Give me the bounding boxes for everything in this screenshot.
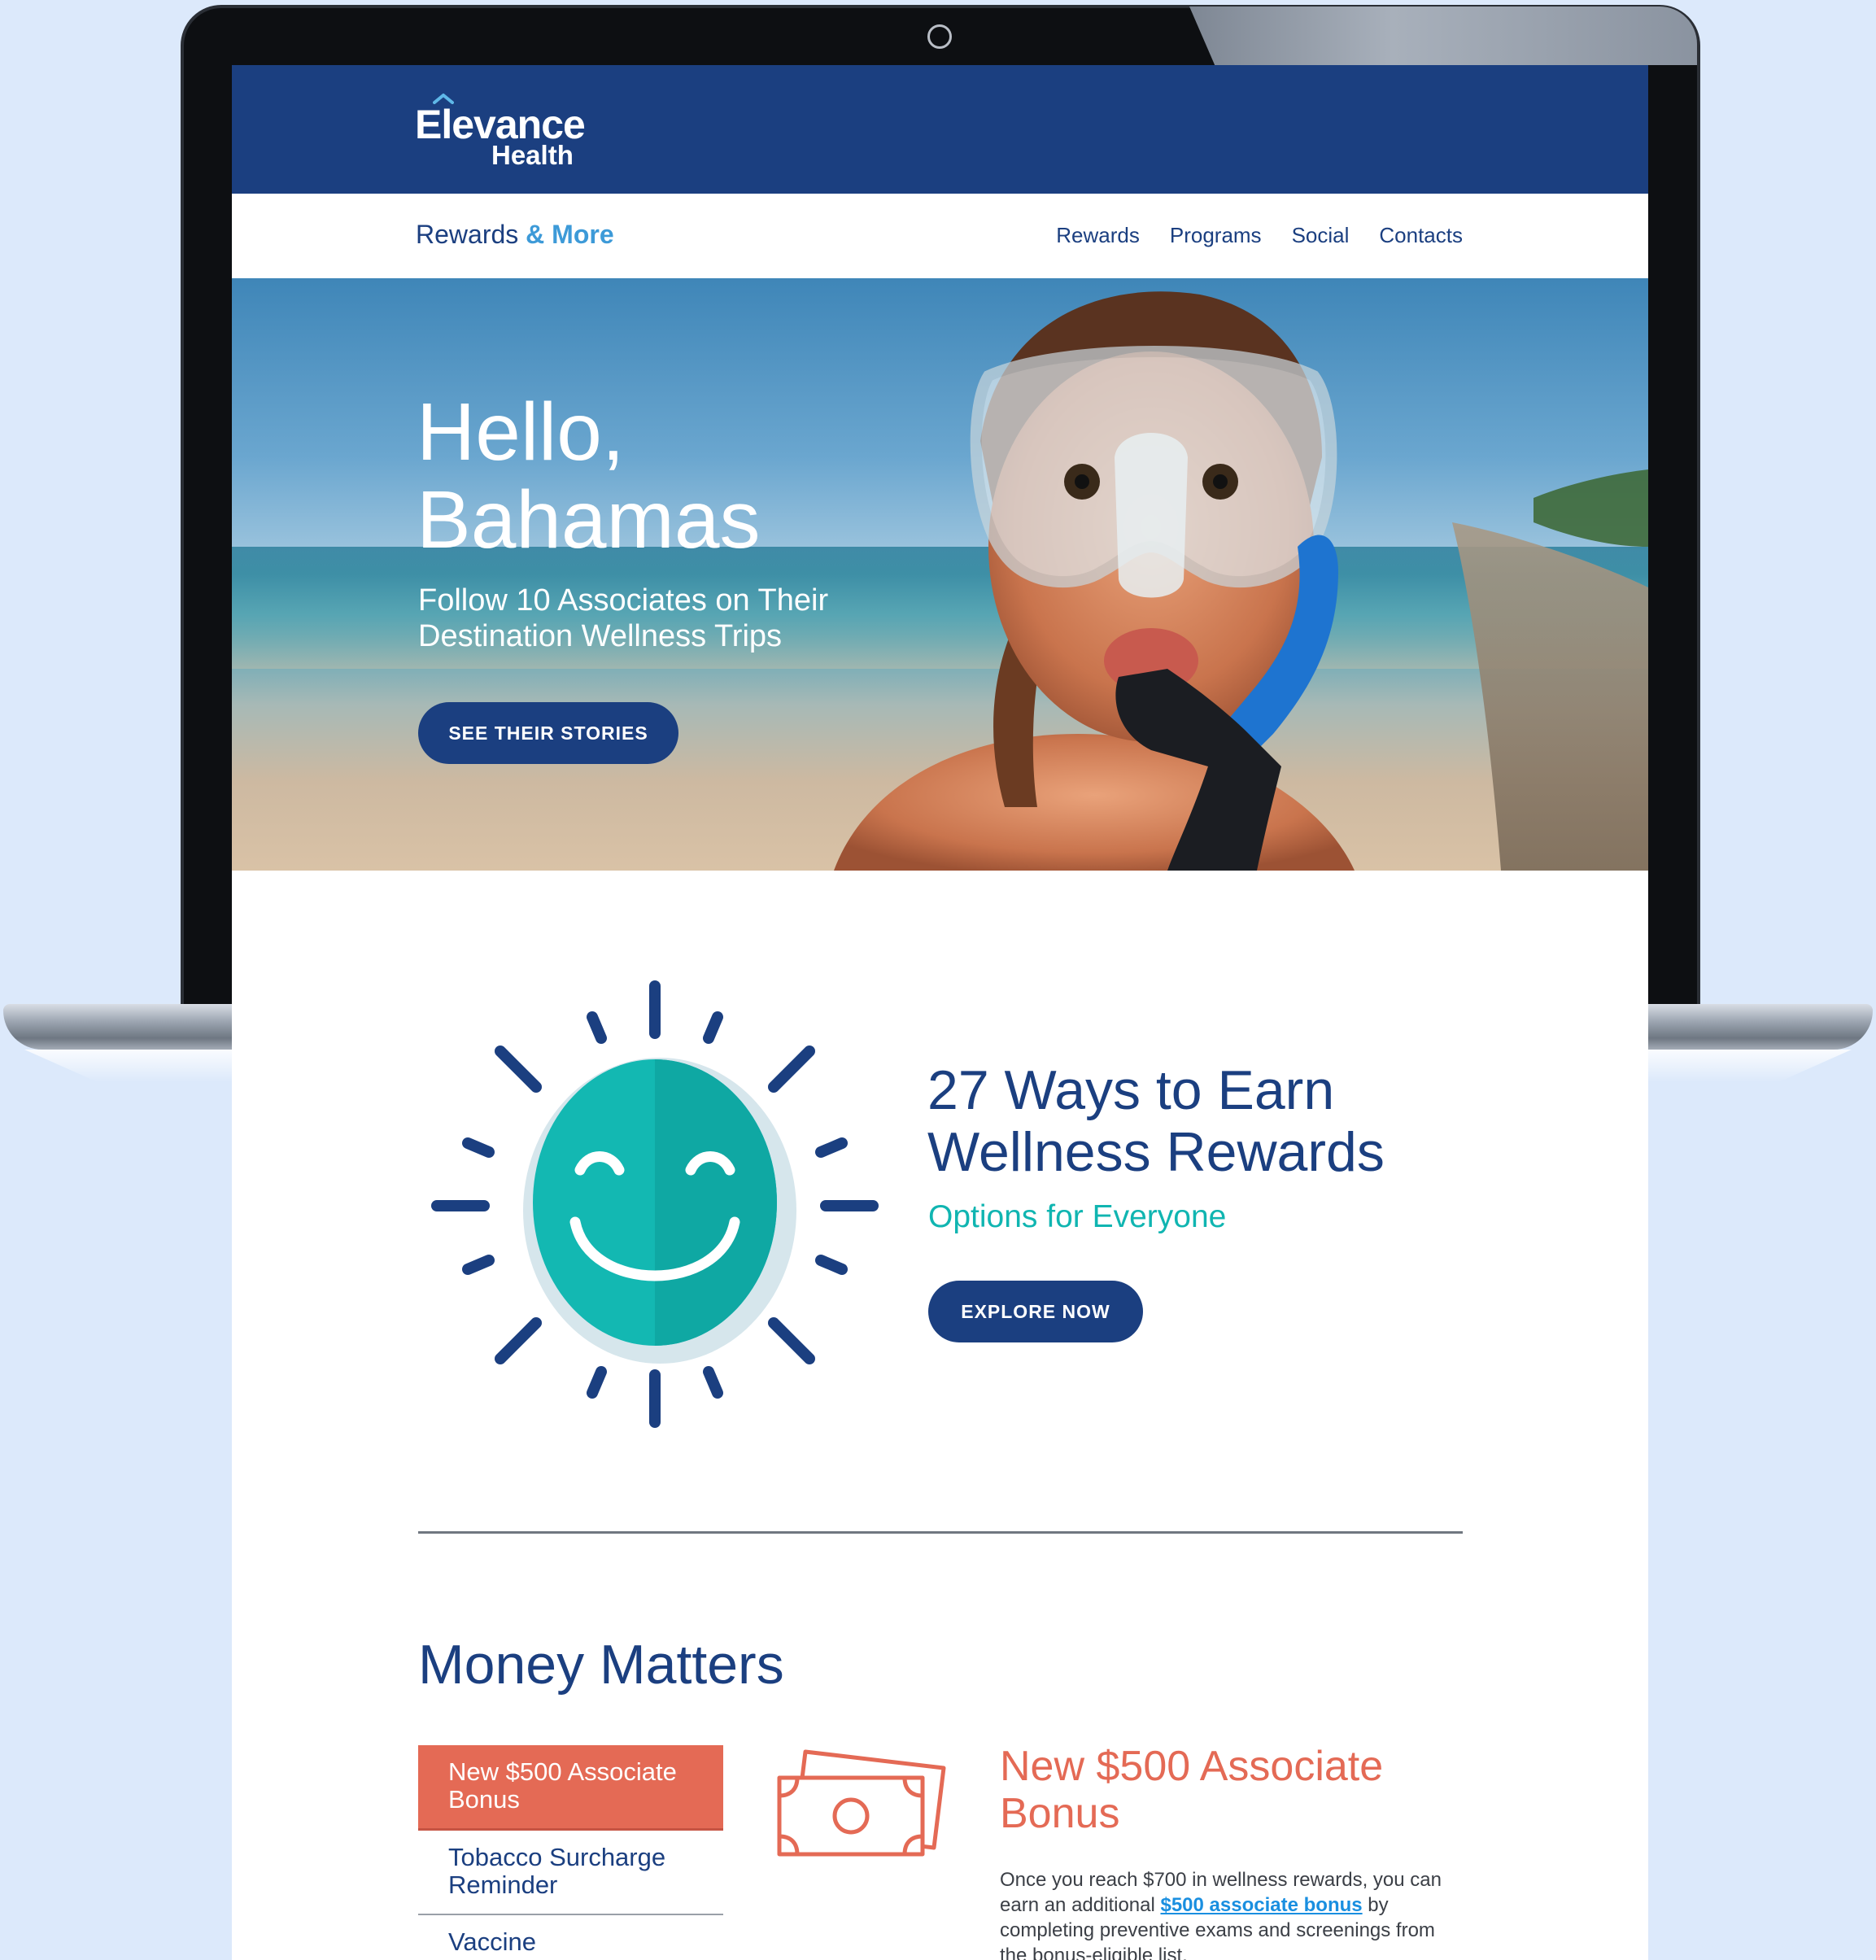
brand-more: & More — [518, 220, 614, 249]
nav-bar: Rewards & More Rewards Programs Social C… — [232, 194, 1648, 278]
money-topic-list: New $500 Associate Bonus Tobacco Surchar… — [418, 1745, 723, 1960]
web-page: Elevance Health Rewards & More Rewards P… — [232, 65, 1648, 1960]
logo-subtitle: Health — [491, 140, 574, 170]
explore-now-button[interactable]: EXPLORE NOW — [928, 1281, 1143, 1342]
nav-link-programs[interactable]: Programs — [1170, 223, 1262, 248]
hero-title-line1: Hello, — [417, 386, 625, 478]
nav-link-contacts[interactable]: Contacts — [1379, 223, 1463, 248]
wellness-subtitle: Options for Everyone — [928, 1199, 1227, 1234]
device-mockup: Elevance Health Rewards & More Rewards P… — [0, 0, 1876, 1960]
nav-link-social[interactable]: Social — [1292, 223, 1350, 248]
header-bar: Elevance Health — [232, 65, 1648, 194]
topic-tobacco-surcharge[interactable]: Tobacco Surcharge Reminder — [418, 1831, 723, 1915]
bonus-detail-body: Once you reach $700 in wellness rewards,… — [1000, 1867, 1455, 1960]
associate-bonus-link[interactable]: $500 associate bonus — [1160, 1894, 1362, 1916]
hero-banner: Hello, Bahamas Follow 10 Associates on T… — [232, 278, 1648, 871]
site-brand[interactable]: Rewards & More — [416, 220, 614, 250]
topic-vaccine[interactable]: Vaccine — [418, 1915, 723, 1960]
hero-title-line2: Bahamas — [417, 474, 761, 565]
section-divider — [418, 1531, 1463, 1534]
webcam-icon — [927, 24, 952, 49]
lid-glare — [1189, 7, 1697, 65]
topic-associate-bonus[interactable]: New $500 Associate Bonus — [418, 1745, 723, 1831]
see-their-stories-button[interactable]: SEE THEIR STORIES — [418, 702, 678, 764]
hero-subtitle: Follow 10 Associates on Their Destinatio… — [418, 583, 829, 653]
smiling-sun-icon — [431, 980, 879, 1428]
nav-link-rewards[interactable]: Rewards — [1056, 223, 1140, 248]
money-matters-title: Money Matters — [418, 1634, 784, 1696]
nav-links: Rewards Programs Social Contacts — [1056, 223, 1463, 248]
money-bills-icon — [777, 1749, 946, 1857]
hero-title: Hello, Bahamas — [417, 388, 760, 564]
brand-rewards: Rewards — [416, 220, 519, 249]
bonus-detail-title: New $500 Associate Bonus — [1000, 1743, 1384, 1837]
snorkel-woman-photo — [834, 291, 1648, 871]
wellness-title: 27 Ways to Earn Wellness Rewards — [927, 1059, 1385, 1183]
